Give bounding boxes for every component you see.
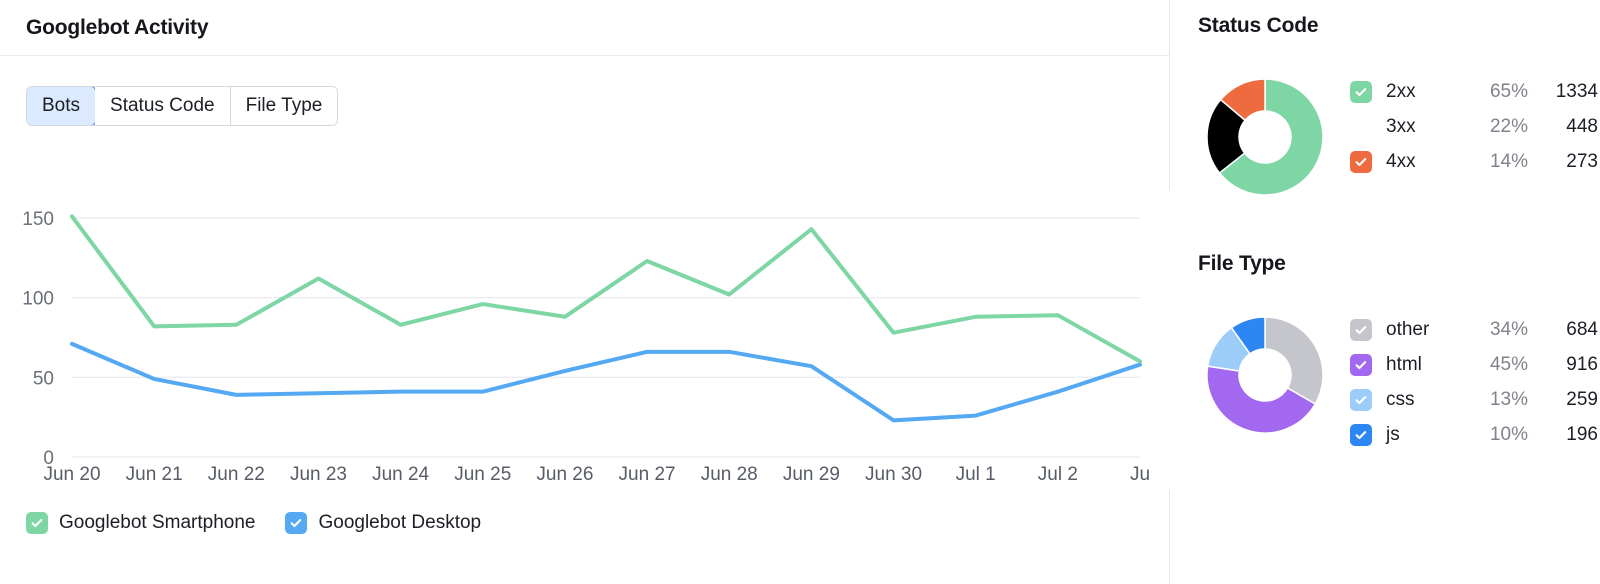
line-series-googlebot-smartphone — [72, 216, 1140, 361]
line-series-googlebot-desktop — [72, 344, 1140, 420]
legend-row-value: 916 — [1528, 354, 1598, 376]
file-type-donut-svg — [1198, 308, 1332, 442]
chart-legend: Googlebot Smartphone Googlebot Desktop — [26, 512, 481, 534]
legend-item-googlebot-smartphone[interactable]: Googlebot Smartphone — [26, 512, 255, 534]
x-axis-tick-label: Jun 21 — [126, 464, 183, 485]
legend-row-label: css — [1386, 389, 1462, 411]
x-axis-tick-label: Jun 28 — [701, 464, 758, 485]
legend-row-3xx[interactable]: 3xx22%448 — [1350, 109, 1598, 144]
checkbox-icon[interactable] — [285, 512, 307, 534]
legend-row-percent: 65% — [1462, 81, 1528, 103]
file-type-legend: other34%684html45%916css13%259js10%196 — [1350, 308, 1598, 452]
status-code-title: Status Code — [1198, 14, 1598, 38]
checkbox-icon[interactable] — [1350, 116, 1372, 138]
page-title: Googlebot Activity — [26, 16, 208, 40]
legend-row-other[interactable]: other34%684 — [1350, 312, 1598, 347]
legend-row-label: js — [1386, 424, 1462, 446]
legend-row-percent: 34% — [1462, 319, 1528, 341]
status-code-section: Status Code 2xx65%13343xx22%4484xx14%273 — [1198, 14, 1598, 204]
legend-row-value: 259 — [1528, 389, 1598, 411]
checkbox-icon[interactable] — [1350, 354, 1372, 376]
x-axis-tick-label: Jun 22 — [208, 464, 265, 485]
x-axis-tick-label: Jun 27 — [619, 464, 676, 485]
legend-item-label: Googlebot Smartphone — [59, 512, 255, 534]
legend-row-value: 196 — [1528, 424, 1598, 446]
checkbox-icon[interactable] — [1350, 319, 1372, 341]
checkbox-icon[interactable] — [1350, 389, 1372, 411]
legend-row-4xx[interactable]: 4xx14%273 — [1350, 144, 1598, 179]
checkbox-icon[interactable] — [1350, 81, 1372, 103]
panel-header: Googlebot Activity — [0, 0, 1169, 56]
y-axis-tick-label: 100 — [22, 289, 54, 310]
x-axis-tick-label: Jun 26 — [536, 464, 593, 485]
checkbox-icon[interactable] — [26, 512, 48, 534]
tab-bots[interactable]: Bots — [26, 86, 96, 126]
x-axis-tick-label: Jun 30 — [865, 464, 922, 485]
x-axis-tick-label: Jul 2 — [1038, 464, 1078, 485]
legend-row-label: other — [1386, 319, 1462, 341]
legend-row-css[interactable]: css13%259 — [1350, 382, 1598, 417]
y-axis-tick-label: 150 — [22, 209, 54, 230]
legend-row-html[interactable]: html45%916 — [1350, 347, 1598, 382]
legend-row-value: 273 — [1528, 151, 1598, 173]
x-axis-tick-label: Jun 20 — [43, 464, 100, 485]
y-axis-tick-label: 50 — [33, 368, 54, 389]
legend-row-value: 1334 — [1528, 81, 1598, 103]
legend-item-label: Googlebot Desktop — [318, 512, 481, 534]
legend-row-js[interactable]: js10%196 — [1350, 417, 1598, 452]
breakdown-panel: Status Code 2xx65%13343xx22%4484xx14%273… — [1170, 0, 1600, 584]
file-type-donut — [1198, 308, 1332, 442]
legend-row-2xx[interactable]: 2xx65%1334 — [1350, 74, 1598, 109]
x-axis-tick-label: Jun 29 — [783, 464, 840, 485]
legend-row-label: html — [1386, 354, 1462, 376]
legend-row-percent: 14% — [1462, 151, 1528, 173]
legend-row-label: 2xx — [1386, 81, 1462, 103]
tab-status-code[interactable]: Status Code — [95, 87, 231, 125]
checkbox-icon[interactable] — [1350, 424, 1372, 446]
line-chart: 050100150Jun 20Jun 21Jun 22Jun 23Jun 24J… — [0, 190, 1170, 490]
status-code-legend: 2xx65%13343xx22%4484xx14%273 — [1350, 70, 1598, 179]
x-axis-tick-label: Jul 1 — [956, 464, 996, 485]
legend-row-percent: 22% — [1462, 116, 1528, 138]
legend-row-label: 3xx — [1386, 116, 1462, 138]
legend-row-percent: 10% — [1462, 424, 1528, 446]
status-code-donut-svg — [1198, 70, 1332, 204]
legend-row-value: 448 — [1528, 116, 1598, 138]
bots-chart-panel: Googlebot Activity Bots Status Code File… — [0, 0, 1170, 584]
checkbox-icon[interactable] — [1350, 151, 1372, 173]
x-axis-tick-label: Jun 24 — [372, 464, 429, 485]
legend-row-value: 684 — [1528, 319, 1598, 341]
googlebot-activity-widget: Googlebot Activity Bots Status Code File… — [0, 0, 1600, 584]
tab-file-type[interactable]: File Type — [231, 87, 338, 125]
legend-row-label: 4xx — [1386, 151, 1462, 173]
x-axis-tick-label: Jun 23 — [290, 464, 347, 485]
legend-row-percent: 13% — [1462, 389, 1528, 411]
legend-item-googlebot-desktop[interactable]: Googlebot Desktop — [285, 512, 481, 534]
chart-tab-group[interactable]: Bots Status Code File Type — [26, 86, 338, 126]
legend-row-percent: 45% — [1462, 354, 1528, 376]
file-type-title: File Type — [1198, 252, 1598, 276]
status-code-donut — [1198, 70, 1332, 204]
file-type-section: File Type other34%684html45%916css13%259… — [1198, 252, 1598, 452]
line-chart-svg: 050100150Jun 20Jun 21Jun 22Jun 23Jun 24J… — [0, 190, 1170, 490]
x-axis-tick-label: Ju — [1130, 464, 1150, 485]
x-axis-tick-label: Jun 25 — [454, 464, 511, 485]
